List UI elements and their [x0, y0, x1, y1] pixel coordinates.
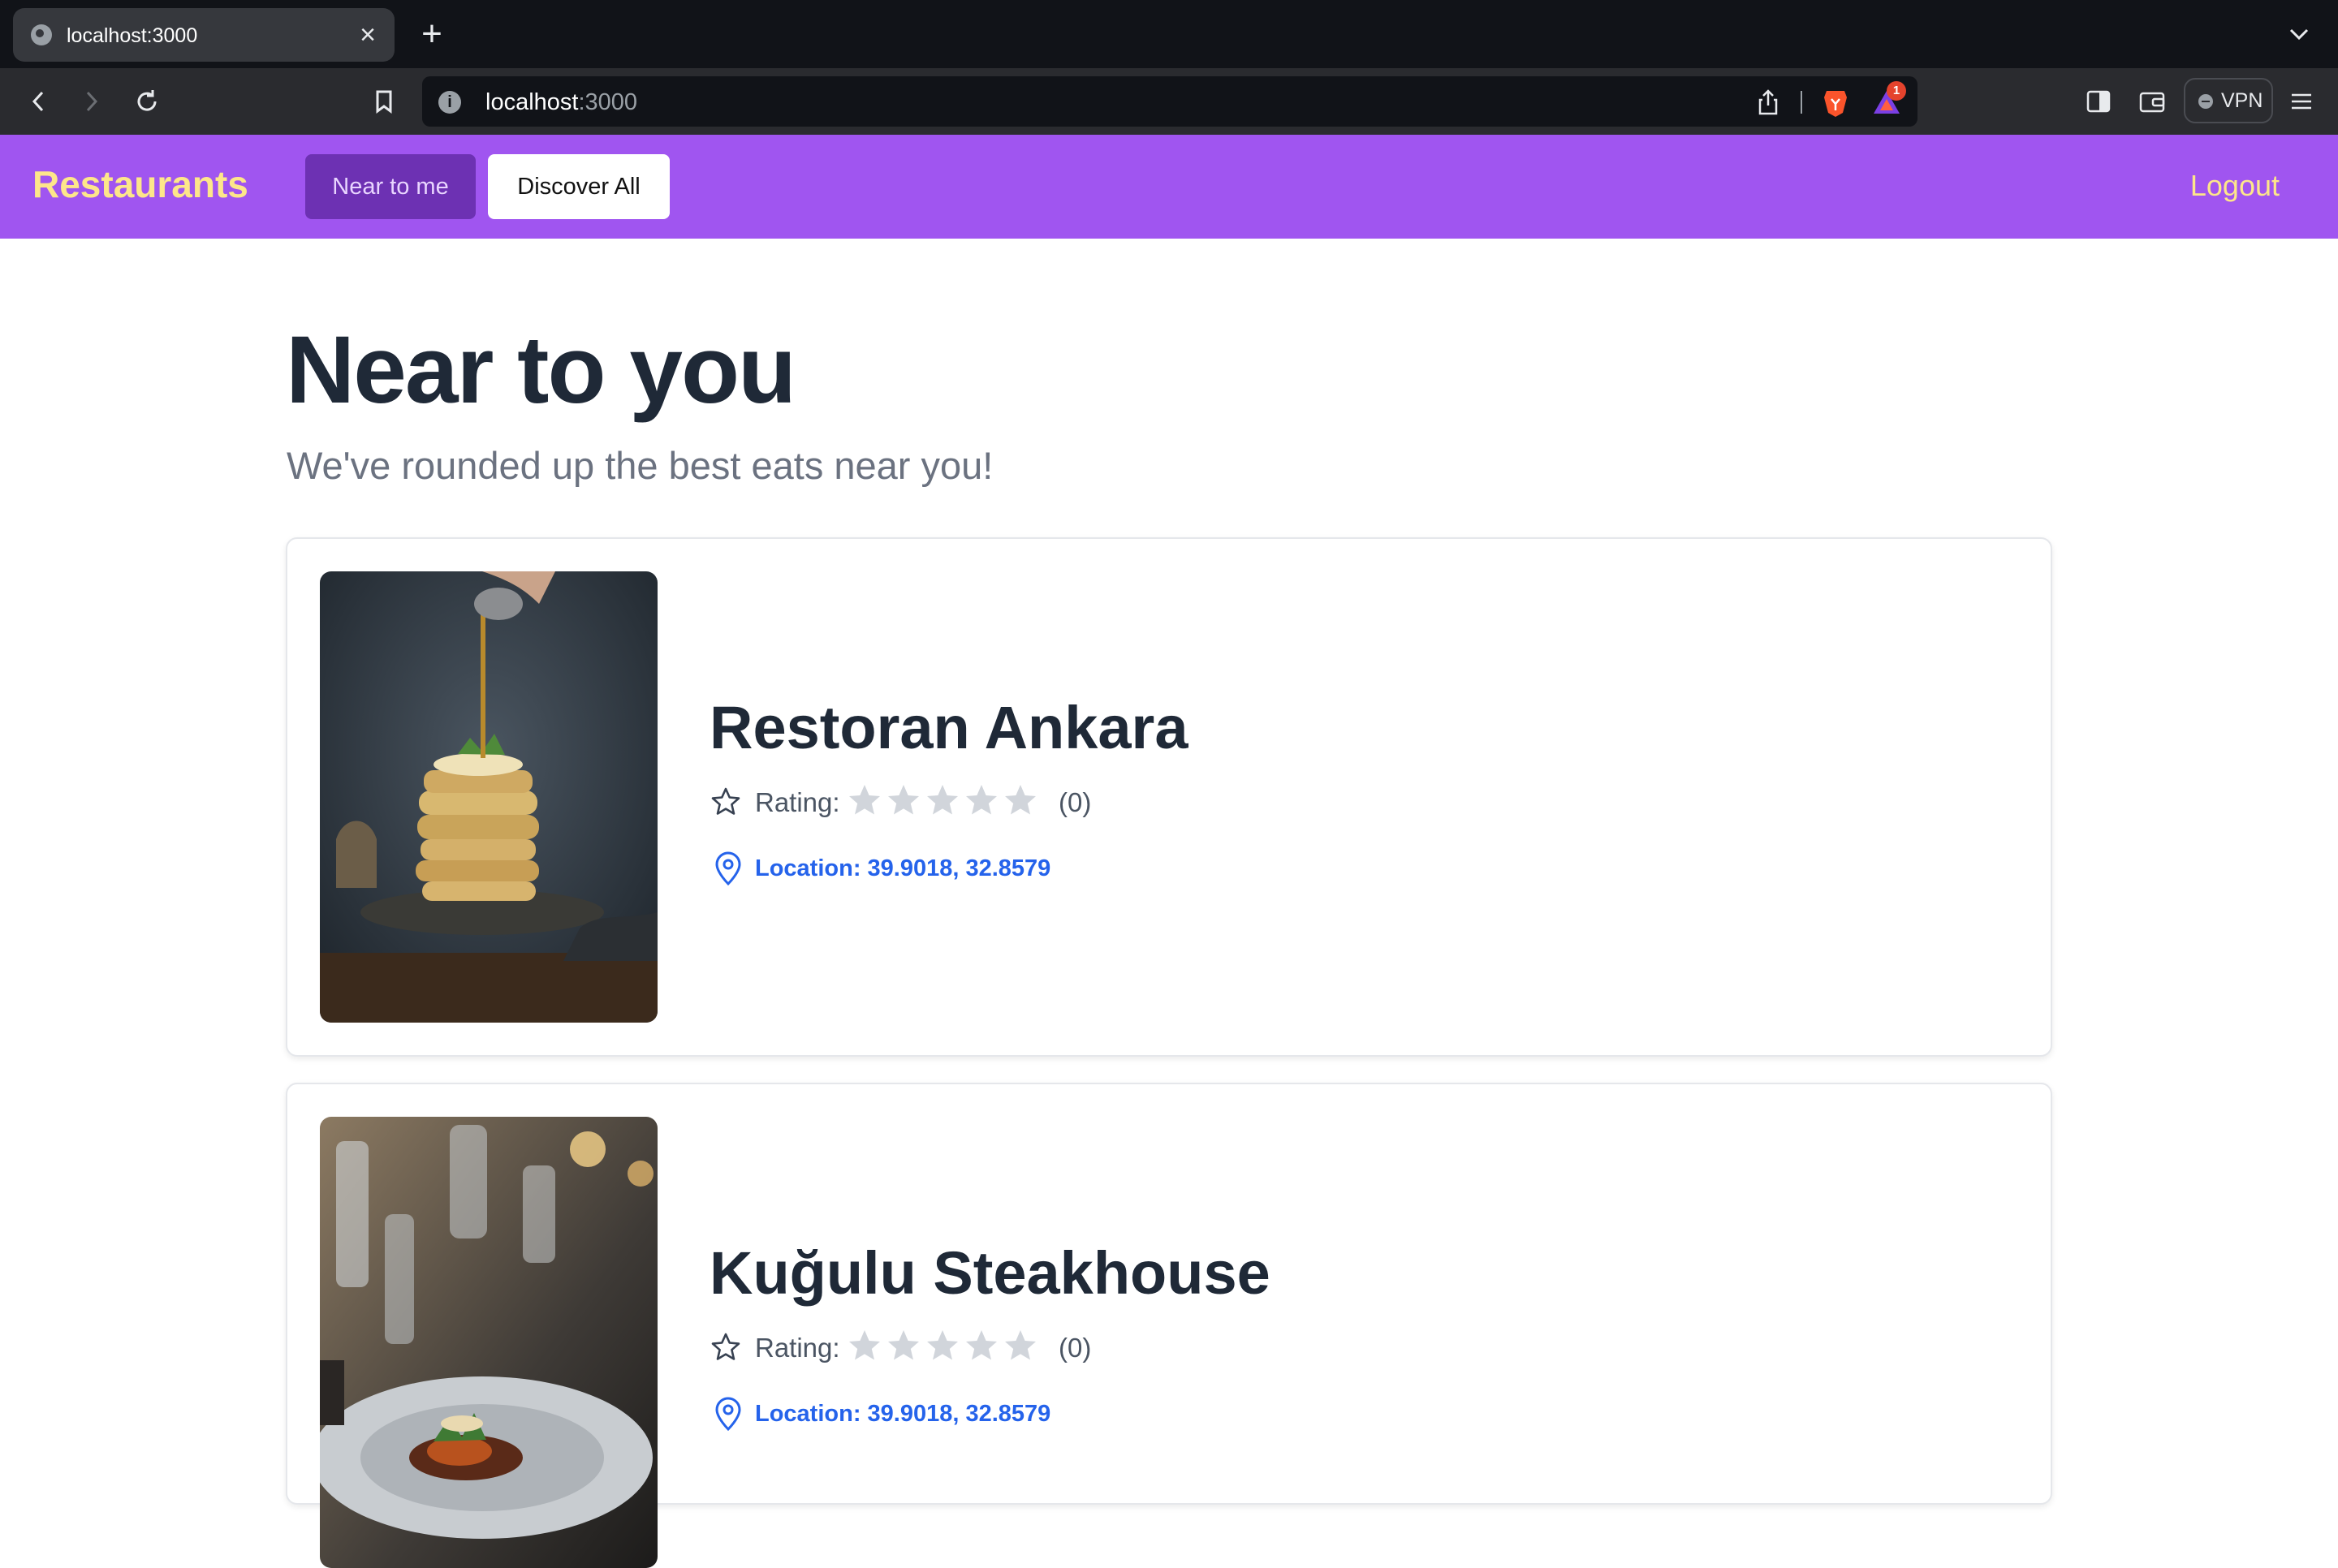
chevron-down-icon[interactable]: [2284, 18, 2314, 50]
near-to-me-button[interactable]: Near to me: [305, 154, 476, 219]
star-icon[interactable]: [963, 782, 1000, 820]
restaurant-name[interactable]: Restoran Ankara: [710, 693, 1188, 762]
rating-count: (0): [1059, 1333, 1092, 1363]
star-icon[interactable]: [885, 1328, 922, 1365]
address-bar[interactable]: i localhost:3000 1: [422, 76, 1917, 127]
star-icon[interactable]: [963, 1328, 1000, 1365]
star-rating[interactable]: [846, 1328, 1041, 1365]
new-tab-icon[interactable]: +: [416, 13, 448, 55]
app-navbar: Restaurants Near to me Discover All Logo…: [0, 135, 2338, 239]
star-icon[interactable]: [885, 782, 922, 820]
info-icon[interactable]: i: [438, 91, 461, 114]
brave-shields-icon[interactable]: [1820, 86, 1851, 118]
star-icon[interactable]: [1002, 782, 1039, 820]
reload-icon[interactable]: [128, 83, 166, 120]
star-icon[interactable]: [846, 1328, 883, 1365]
back-icon[interactable]: [19, 83, 57, 120]
tab-title: localhost:3000: [67, 24, 198, 47]
sidebar-icon[interactable]: [2081, 84, 2116, 118]
restaurant-card[interactable]: Kuğulu Steakhouse Rating: (0) Location: …: [286, 1083, 2052, 1568]
star-rating[interactable]: [846, 782, 1041, 820]
browser-tab[interactable]: localhost:3000 ×: [13, 8, 395, 62]
rating-label: Rating:: [755, 1333, 840, 1363]
page-subtitle: We've rounded up the best eats near you!: [287, 444, 994, 487]
brand-link[interactable]: Restaurants: [32, 162, 248, 206]
browser-toolbar: i localhost:3000 1 VPN: [0, 68, 2338, 135]
restaurant-photo: [320, 1117, 658, 1568]
divider: [1801, 91, 1802, 114]
location-text[interactable]: Location: 39.9018, 32.8579: [755, 855, 1050, 882]
restaurant-name[interactable]: Kuğulu Steakhouse: [710, 1238, 1270, 1307]
vpn-status-icon: [2198, 94, 2213, 109]
menu-icon[interactable]: [2284, 84, 2319, 118]
star-outline-icon: [711, 1333, 740, 1360]
star-icon[interactable]: [846, 782, 883, 820]
vpn-label: VPN: [2221, 89, 2263, 112]
close-icon[interactable]: ×: [352, 19, 383, 50]
restaurant-photo: [320, 571, 658, 1023]
rewards-badge: 1: [1887, 81, 1906, 101]
share-icon[interactable]: [1754, 86, 1783, 118]
forward-icon[interactable]: [73, 83, 110, 120]
browser-tabstrip: localhost:3000 × +: [0, 0, 2338, 68]
bookmark-icon[interactable]: [365, 83, 403, 120]
globe-icon: [31, 24, 52, 45]
star-icon[interactable]: [924, 782, 961, 820]
restaurant-card[interactable]: Restoran Ankara Rating: (0) Location: 39…: [286, 537, 2052, 1057]
vpn-button[interactable]: VPN: [2184, 78, 2273, 123]
star-icon[interactable]: [1002, 1328, 1039, 1365]
rating-label: Rating:: [755, 787, 840, 817]
location-text[interactable]: Location: 39.9018, 32.8579: [755, 1401, 1050, 1428]
page-title: Near to you: [286, 317, 796, 424]
map-pin-icon: [715, 851, 741, 886]
star-icon[interactable]: [924, 1328, 961, 1365]
map-pin-icon: [715, 1397, 741, 1432]
discover-all-button[interactable]: Discover All: [488, 154, 670, 219]
logout-link[interactable]: Logout: [2190, 169, 2280, 203]
url-text: localhost:3000: [485, 89, 638, 115]
rating-count: (0): [1059, 787, 1092, 817]
star-outline-icon: [711, 787, 740, 815]
wallet-icon[interactable]: [2135, 84, 2169, 118]
